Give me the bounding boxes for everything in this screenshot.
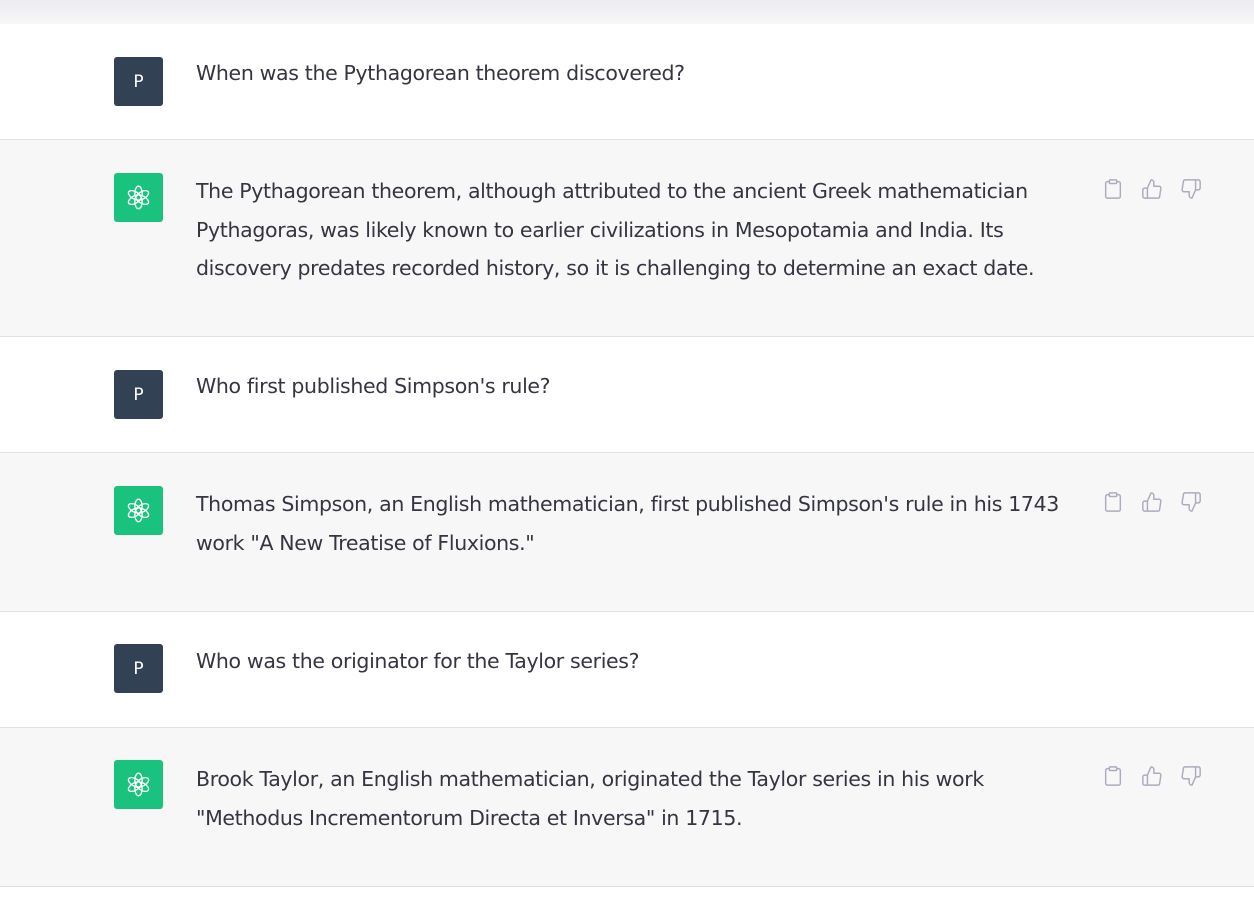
openai-logo-icon [127,185,150,210]
message-text: Who was the originator for the Taylor se… [196,649,640,673]
thumbs-up-button[interactable] [1139,489,1165,515]
thumbs-up-icon [1142,766,1162,786]
user-avatar-letter: P [133,71,144,92]
thumbs-down-button[interactable] [1178,763,1204,789]
message-text: Brook Taylor, an English mathematician, … [196,767,984,830]
clipboard-icon [1104,492,1122,512]
message-actions [1100,176,1204,202]
user-avatar-letter: P [133,384,144,405]
divider [0,886,1254,887]
message-actions [1100,489,1204,515]
assistant-avatar [114,486,163,535]
thumbs-up-icon [1142,492,1162,512]
message-text: Thomas Simpson, an English mathematician… [196,492,1059,555]
thumbs-up-button[interactable] [1139,176,1165,202]
openai-logo-icon [127,498,150,523]
message-text: The Pythagorean theorem, although attrib… [196,179,1035,280]
message-row-user: P Who was the originator for the Taylor … [0,612,1254,728]
thumbs-down-icon [1181,492,1201,512]
thumbs-down-button[interactable] [1178,489,1204,515]
thumbs-up-button[interactable] [1139,763,1165,789]
openai-logo-icon [127,772,150,797]
message-row-user: P When was the Pythagorean theorem disco… [0,24,1254,140]
message-text: When was the Pythagorean theorem discove… [196,61,685,85]
chat-page: P When was the Pythagorean theorem disco… [0,0,1254,920]
user-avatar: P [114,644,163,693]
assistant-avatar [114,760,163,809]
thumbs-down-button[interactable] [1178,176,1204,202]
message-row-assistant: Brook Taylor, an English mathematician, … [0,728,1254,887]
thumbs-down-icon [1181,766,1201,786]
user-avatar: P [114,57,163,106]
message-actions [1100,763,1204,789]
copy-button[interactable] [1100,176,1126,202]
message-row-user: P Who first published Simpson's rule? [0,337,1254,453]
assistant-avatar [114,173,163,222]
copy-button[interactable] [1100,489,1126,515]
message-row-assistant: The Pythagorean theorem, although attrib… [0,140,1254,337]
clipboard-icon [1104,179,1122,199]
clipboard-icon [1104,766,1122,786]
message-row-assistant: Thomas Simpson, an English mathematician… [0,453,1254,612]
user-avatar: P [114,370,163,419]
message-text: Who first published Simpson's rule? [196,374,551,398]
top-fade-strip [0,0,1254,25]
thumbs-up-icon [1142,179,1162,199]
user-avatar-letter: P [133,658,144,679]
thumbs-down-icon [1181,179,1201,199]
copy-button[interactable] [1100,763,1126,789]
